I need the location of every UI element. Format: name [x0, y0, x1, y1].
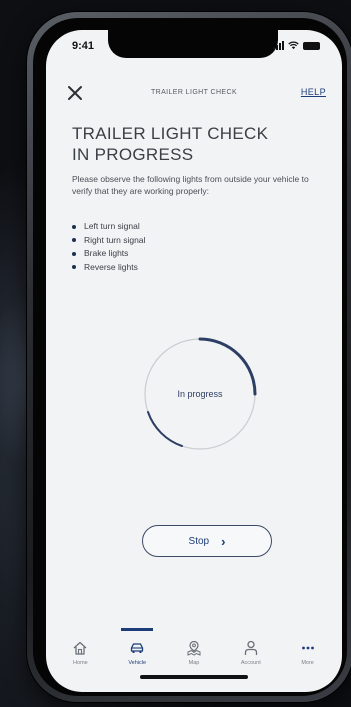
lights-list: Left turn signal Right turn signal Brake… — [72, 220, 145, 274]
chevron-right-icon: › — [221, 533, 226, 549]
notch — [108, 30, 278, 58]
tab-label: Map — [188, 660, 200, 666]
list-item: Reverse lights — [72, 261, 145, 275]
tab-label: More — [301, 660, 314, 666]
stop-button-label: Stop — [188, 535, 210, 547]
tab-map[interactable]: Map — [168, 628, 220, 674]
person-icon — [244, 640, 257, 655]
progress-status: In progress — [177, 389, 223, 399]
bullet-icon — [72, 265, 76, 270]
list-item-label: Brake lights — [84, 248, 129, 258]
tab-account[interactable]: Account — [225, 628, 277, 674]
nav-title: TRAILER LIGHT CHECK — [150, 89, 238, 96]
page-title-line-2: IN PROGRESS — [72, 145, 194, 164]
car-icon — [131, 643, 144, 653]
battery-icon — [303, 41, 320, 50]
stop-button[interactable]: Stop › — [142, 525, 272, 557]
list-item-label: Left turn signal — [84, 221, 140, 231]
close-icon[interactable] — [64, 82, 86, 104]
tab-bar: Home Vehicle Map Account More — [46, 628, 342, 674]
page-title-line-1: TRAILER LIGHT CHECK — [72, 124, 269, 143]
more-icon — [301, 646, 314, 650]
help-link[interactable]: HELP — [301, 87, 326, 97]
status-time: 9:41 — [72, 40, 95, 52]
page-title: TRAILER LIGHT CHECK IN PROGRESS — [72, 123, 322, 165]
list-item: Brake lights — [72, 247, 145, 261]
tab-vehicle[interactable]: Vehicle — [111, 628, 163, 674]
status-icons — [273, 41, 320, 50]
bullet-icon — [72, 224, 76, 229]
bullet-icon — [72, 238, 76, 243]
tab-label: Home — [73, 660, 88, 666]
home-icon — [73, 641, 87, 655]
nav-bar: TRAILER LIGHT CHECK HELP — [46, 74, 342, 114]
phone-bezel: 9:41 TRAILER LIGHT CHECK HELP TRAILER LI… — [33, 18, 347, 696]
list-item-label: Reverse lights — [84, 261, 138, 272]
list-item: Right turn signal — [72, 234, 145, 248]
list-item: Left turn signal — [72, 220, 145, 234]
tab-label: Vehicle — [128, 660, 147, 666]
map-icon — [187, 640, 201, 656]
tab-label: Account — [240, 660, 261, 666]
wifi-icon — [288, 41, 299, 50]
instructions-text: Please observe the following lights from… — [72, 174, 309, 196]
tab-home[interactable]: Home — [54, 628, 106, 674]
signal-icon — [273, 41, 284, 50]
list-item-label: Right turn signal — [84, 234, 146, 245]
app-screen: 9:41 TRAILER LIGHT CHECK HELP TRAILER LI… — [46, 30, 342, 692]
active-tab-indicator — [121, 628, 154, 631]
tab-more[interactable]: More — [282, 628, 334, 674]
bullet-icon — [72, 251, 76, 256]
phone-frame: 9:41 TRAILER LIGHT CHECK HELP TRAILER LI… — [27, 12, 351, 702]
home-indicator[interactable] — [140, 675, 248, 679]
